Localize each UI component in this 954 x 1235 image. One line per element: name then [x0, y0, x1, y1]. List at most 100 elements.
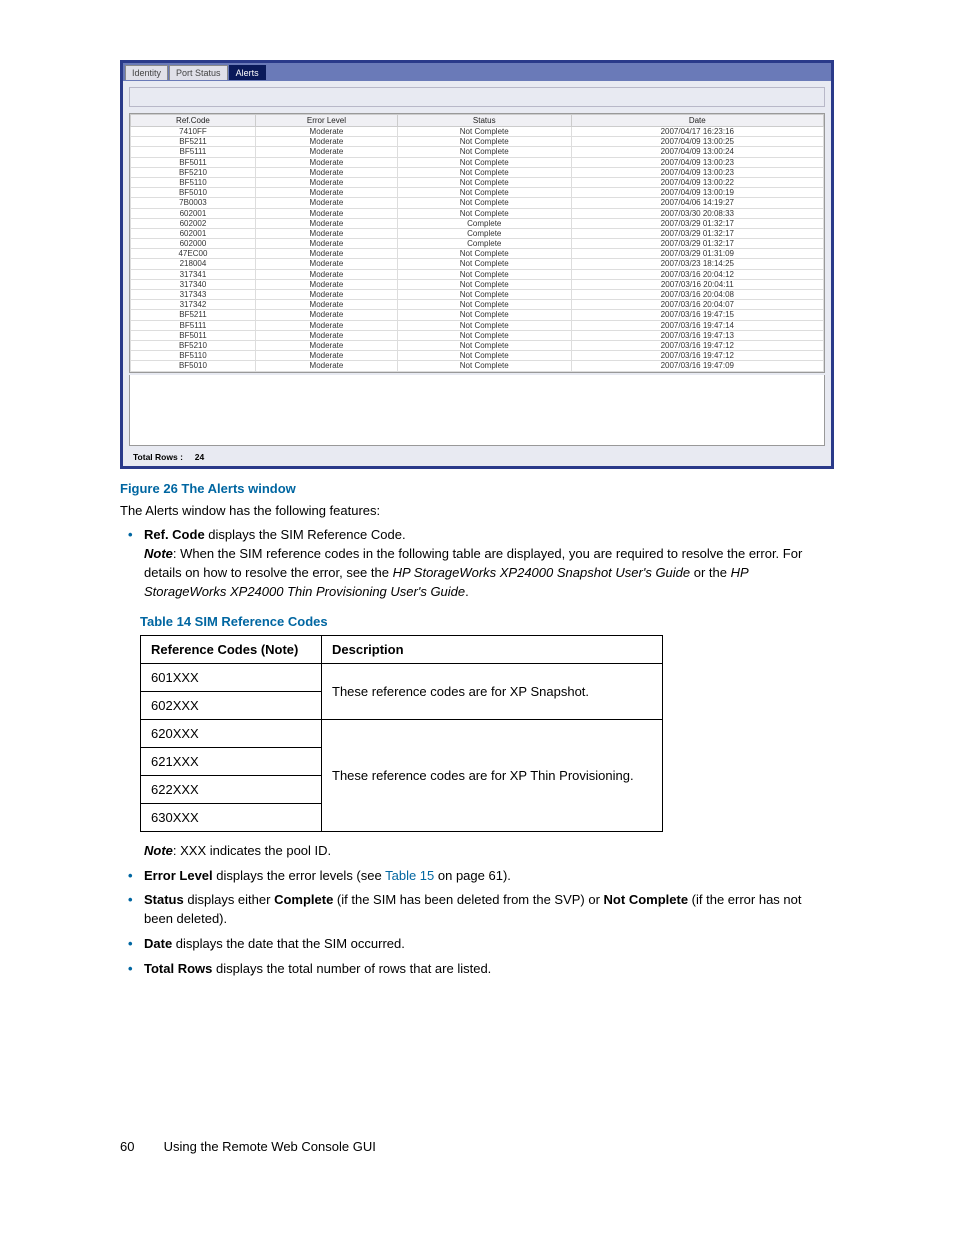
table-row[interactable]: 317342ModerateNot Complete2007/03/16 20:…: [131, 300, 824, 310]
total-rows-value: 24: [195, 452, 204, 462]
code-cell: 622XXX: [141, 775, 322, 803]
table-row[interactable]: BF5011ModerateNot Complete2007/04/09 13:…: [131, 157, 824, 167]
cell-code: BF5010: [131, 188, 256, 198]
table-row[interactable]: BF5010ModerateNot Complete2007/03/16 19:…: [131, 361, 824, 371]
cell-status: Not Complete: [397, 177, 571, 187]
table-row[interactable]: BF5210ModerateNot Complete2007/04/09 13:…: [131, 167, 824, 177]
cell-code: 602002: [131, 218, 256, 228]
table-row[interactable]: 317343ModerateNot Complete2007/03/16 20:…: [131, 290, 824, 300]
cell-status: Complete: [397, 218, 571, 228]
cell-level: Moderate: [255, 147, 397, 157]
cell-date: 2007/03/16 19:47:12: [571, 340, 823, 350]
cell-status: Not Complete: [397, 279, 571, 289]
table-row[interactable]: BF5010ModerateNot Complete2007/04/09 13:…: [131, 188, 824, 198]
cell-level: Moderate: [255, 361, 397, 371]
code-cell: 620XXX: [141, 719, 322, 747]
cell-code: BF5011: [131, 157, 256, 167]
link-table15[interactable]: Table 15: [385, 868, 434, 883]
cell-status: Not Complete: [397, 249, 571, 259]
cell-code: 317343: [131, 290, 256, 300]
cell-code: BF5210: [131, 340, 256, 350]
cell-status: Not Complete: [397, 208, 571, 218]
cell-code: BF5211: [131, 310, 256, 320]
table-row[interactable]: BF5110ModerateNot Complete2007/04/09 13:…: [131, 177, 824, 187]
cell-level: Moderate: [255, 269, 397, 279]
sim-reference-codes-table: Reference Codes (Note) Description 601XX…: [140, 635, 663, 832]
cell-date: 2007/03/29 01:31:09: [571, 249, 823, 259]
table-row[interactable]: 7B0003ModerateNot Complete2007/04/06 14:…: [131, 198, 824, 208]
table-row[interactable]: 47EC00ModerateNot Complete2007/03/29 01:…: [131, 249, 824, 259]
table-caption: Table 14 SIM Reference Codes: [140, 614, 834, 629]
cell-code: BF5111: [131, 147, 256, 157]
cell-date: 2007/03/16 19:47:12: [571, 351, 823, 361]
tab-identity[interactable]: Identity: [125, 65, 168, 80]
col-refcode[interactable]: Ref.Code: [131, 115, 256, 127]
cell-date: 2007/03/29 01:32:17: [571, 239, 823, 249]
cell-level: Moderate: [255, 310, 397, 320]
tab-port-status[interactable]: Port Status: [169, 65, 228, 80]
cell-date: 2007/03/29 01:32:17: [571, 218, 823, 228]
table-row[interactable]: BF5111ModerateNot Complete2007/03/16 19:…: [131, 320, 824, 330]
cell-date: 2007/03/30 20:08:33: [571, 208, 823, 218]
table-row[interactable]: BF5111ModerateNot Complete2007/04/09 13:…: [131, 147, 824, 157]
table-row[interactable]: 7410FFModerateNot Complete2007/04/17 16:…: [131, 127, 824, 137]
cell-code: 7410FF: [131, 127, 256, 137]
cell-status: Not Complete: [397, 127, 571, 137]
tab-alerts[interactable]: Alerts: [229, 65, 266, 80]
cell-code: BF5110: [131, 177, 256, 187]
cell-code: 602001: [131, 228, 256, 238]
table-row[interactable]: BF5110ModerateNot Complete2007/03/16 19:…: [131, 351, 824, 361]
cell-date: 2007/04/09 13:00:23: [571, 157, 823, 167]
table-row[interactable]: BF5210ModerateNot Complete2007/03/16 19:…: [131, 340, 824, 350]
cell-code: 218004: [131, 259, 256, 269]
col-errorlevel[interactable]: Error Level: [255, 115, 397, 127]
cell-level: Moderate: [255, 259, 397, 269]
cell-date: 2007/03/16 19:47:15: [571, 310, 823, 320]
cell-level: Moderate: [255, 208, 397, 218]
cell-code: BF5211: [131, 137, 256, 147]
total-rows: Total Rows : 24: [123, 450, 831, 466]
cell-code: 317342: [131, 300, 256, 310]
page-footer: 60 Using the Remote Web Console GUI: [120, 1139, 834, 1154]
cell-date: 2007/03/16 20:04:11: [571, 279, 823, 289]
table-row[interactable]: 602001ModerateComplete2007/03/29 01:32:1…: [131, 228, 824, 238]
cell-status: Not Complete: [397, 361, 571, 371]
bullet-totalrows: Total Rows displays the total number of …: [120, 960, 834, 979]
cell-status: Not Complete: [397, 198, 571, 208]
cell-date: 2007/03/16 19:47:14: [571, 320, 823, 330]
cell-date: 2007/03/23 18:14:25: [571, 259, 823, 269]
table-row[interactable]: BF5011ModerateNot Complete2007/03/16 19:…: [131, 330, 824, 340]
table-row[interactable]: 317340ModerateNot Complete2007/03/16 20:…: [131, 279, 824, 289]
cell-date: 2007/03/16 19:47:09: [571, 361, 823, 371]
table-row[interactable]: BF5211ModerateNot Complete2007/03/16 19:…: [131, 310, 824, 320]
cell-level: Moderate: [255, 137, 397, 147]
cell-level: Moderate: [255, 279, 397, 289]
total-rows-label: Total Rows :: [133, 452, 183, 462]
table-row[interactable]: BF5211ModerateNot Complete2007/04/09 13:…: [131, 137, 824, 147]
col-status[interactable]: Status: [397, 115, 571, 127]
table-row[interactable]: 218004ModerateNot Complete2007/03/23 18:…: [131, 259, 824, 269]
col-date[interactable]: Date: [571, 115, 823, 127]
figure-caption: Figure 26 The Alerts window: [120, 481, 834, 496]
cell-code: 602001: [131, 208, 256, 218]
description-header: Description: [322, 635, 663, 663]
cell-date: 2007/04/06 14:19:27: [571, 198, 823, 208]
cell-status: Not Complete: [397, 290, 571, 300]
cell-level: Moderate: [255, 239, 397, 249]
cell-date: 2007/04/09 13:00:24: [571, 147, 823, 157]
table-row[interactable]: 602000ModerateComplete2007/03/29 01:32:1…: [131, 239, 824, 249]
table-row[interactable]: 602001ModerateNot Complete2007/03/30 20:…: [131, 208, 824, 218]
desc-thinprov: These reference codes are for XP Thin Pr…: [322, 719, 663, 831]
cell-status: Not Complete: [397, 351, 571, 361]
cell-level: Moderate: [255, 300, 397, 310]
cell-date: 2007/03/16 19:47:13: [571, 330, 823, 340]
table-row[interactable]: 602002ModerateComplete2007/03/29 01:32:1…: [131, 218, 824, 228]
cell-level: Moderate: [255, 177, 397, 187]
cell-code: 7B0003: [131, 198, 256, 208]
cell-date: 2007/03/16 20:04:12: [571, 269, 823, 279]
note-pool-id: Note: XXX indicates the pool ID.: [120, 842, 834, 861]
table-row[interactable]: 317341ModerateNot Complete2007/03/16 20:…: [131, 269, 824, 279]
intro-text: The Alerts window has the following feat…: [120, 502, 834, 521]
code-cell: 601XXX: [141, 663, 322, 691]
cell-level: Moderate: [255, 228, 397, 238]
